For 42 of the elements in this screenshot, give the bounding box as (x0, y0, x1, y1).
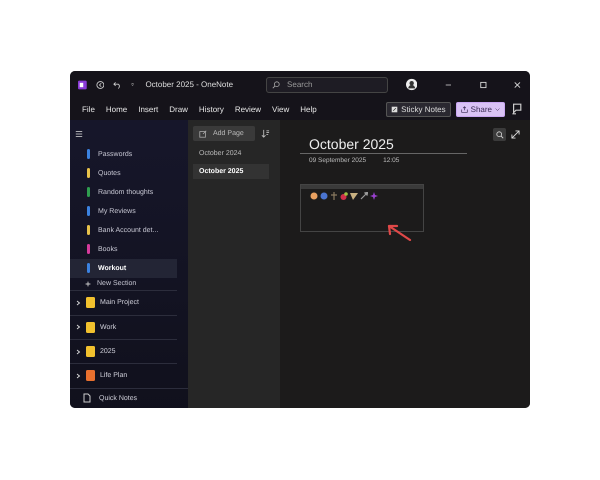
menu-item[interactable]: Insert (138, 104, 158, 114)
share-button[interactable]: Share (456, 102, 505, 116)
dropdown-icon[interactable] (131, 82, 136, 88)
sort-icon[interactable] (261, 129, 270, 138)
search-field[interactable]: Search (266, 76, 388, 92)
page-icon (83, 393, 91, 404)
close-icon[interactable] (513, 80, 522, 90)
note-icon (391, 106, 398, 112)
menu-item[interactable]: Home (106, 104, 128, 114)
sticky-notes-button[interactable]: Sticky Notes (386, 102, 451, 116)
menu-item[interactable]: Draw (169, 104, 188, 114)
app-logo-icon (78, 80, 87, 90)
sticker-icon (360, 192, 368, 200)
menu-item[interactable]: View (272, 104, 290, 114)
menu-item[interactable]: Help (300, 104, 317, 114)
search-icon (272, 80, 280, 88)
search-button[interactable] (493, 128, 506, 141)
chevron-icon (76, 348, 81, 355)
share-icon (460, 106, 468, 112)
menu-item[interactable]: File (82, 104, 95, 114)
chevron-icon (76, 372, 81, 379)
chevron-icon (76, 300, 81, 306)
feedback-icon[interactable] (510, 103, 522, 115)
arrow-drawing (386, 223, 412, 241)
menu-item[interactable]: History (198, 104, 224, 114)
menu-icon[interactable] (75, 130, 83, 138)
maximize-icon[interactable] (478, 80, 488, 90)
undo-icon[interactable] (113, 80, 122, 90)
caret-icon (495, 106, 500, 112)
avatar-icon[interactable] (406, 78, 418, 91)
note-title: October 2025 (300, 136, 467, 154)
sticker-icon (330, 192, 338, 200)
sticker-icon (370, 192, 378, 200)
window-title: October 2025 - OneNote (145, 80, 234, 89)
menu-item[interactable]: Review (234, 104, 262, 114)
chevron-icon (76, 324, 81, 330)
sticker-icon (340, 192, 348, 200)
sticker-icon (350, 192, 358, 200)
expand-button[interactable] (509, 128, 522, 141)
back-icon[interactable] (96, 80, 104, 90)
plus-icon (85, 280, 91, 287)
new-page-icon (199, 130, 207, 138)
